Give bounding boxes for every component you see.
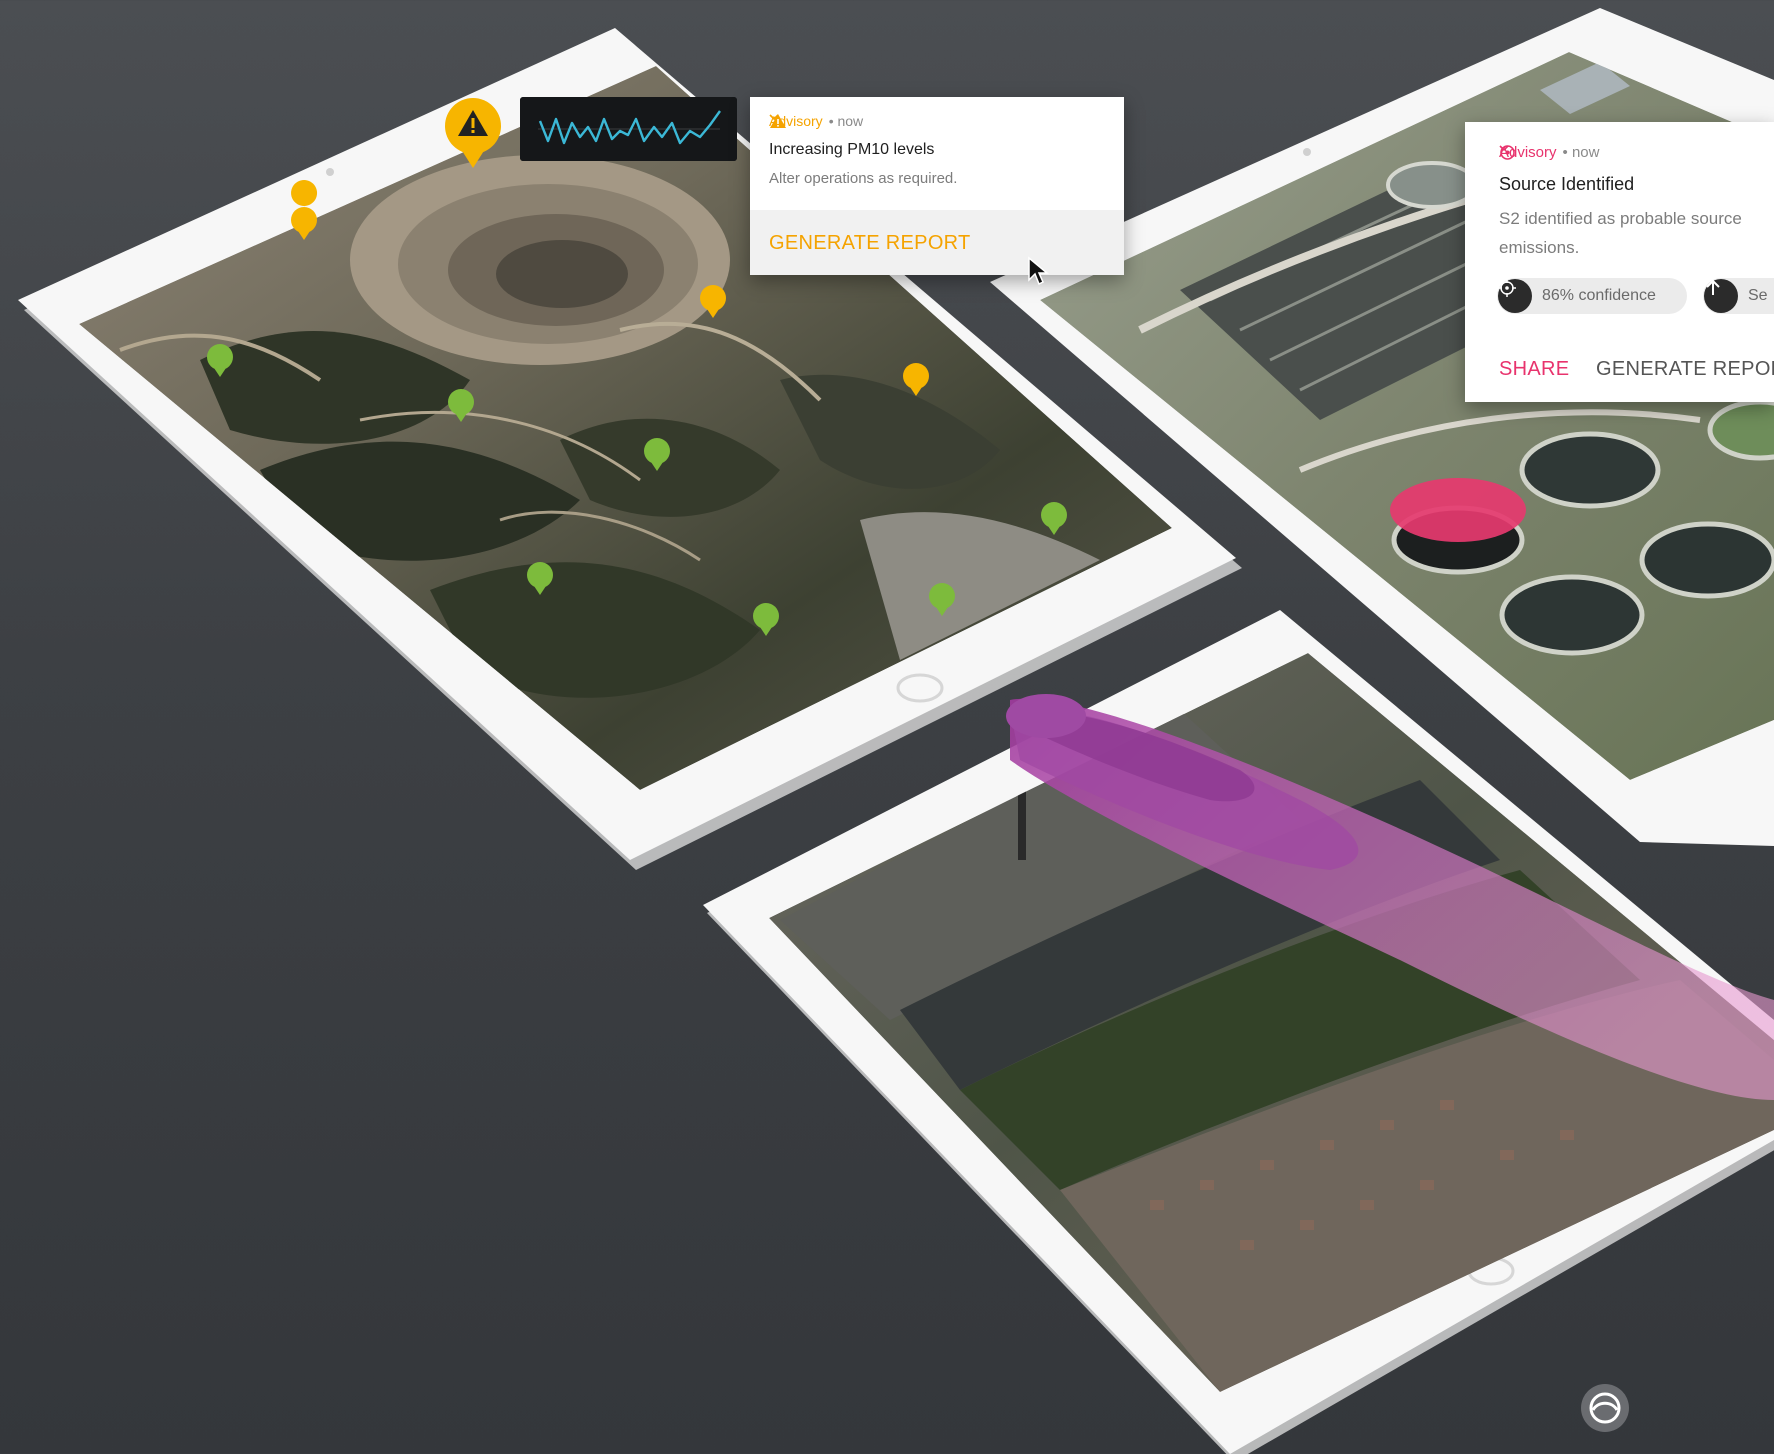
advisory-body: Alter operations as required. bbox=[769, 170, 958, 187]
arrow-up-icon bbox=[1704, 279, 1738, 313]
confidence-chip[interactable]: 86% confidence bbox=[1497, 278, 1687, 314]
pm10-trend-sparkline bbox=[520, 97, 737, 161]
generate-report-button[interactable]: GENERATE REPORT bbox=[769, 232, 971, 255]
mouse-cursor-icon bbox=[1028, 256, 1049, 286]
front-camera-icon bbox=[326, 168, 334, 176]
device-scene: Advisory • now Increasing PM10 levels Al… bbox=[0, 0, 1774, 1454]
chevron-down-icon[interactable] bbox=[769, 113, 779, 121]
send-chip[interactable]: Se bbox=[1703, 278, 1774, 314]
advisory-time: • now bbox=[1562, 144, 1600, 161]
advisory-title: Source Identified bbox=[1499, 174, 1635, 194]
advisory-title: Increasing PM10 levels bbox=[769, 141, 935, 158]
advisory-actions: GENERATE REPORT bbox=[750, 210, 1124, 275]
share-button[interactable]: SHARE bbox=[1499, 358, 1569, 381]
source-highlight[interactable] bbox=[1390, 478, 1526, 542]
advisory-header: Advisory • now bbox=[1499, 144, 1599, 161]
advisory-card-source[interactable]: Advisory • now Source Identified S2 iden… bbox=[1465, 122, 1774, 402]
chevron-down-icon[interactable] bbox=[1499, 144, 1509, 152]
crosshair-icon bbox=[1498, 279, 1532, 313]
front-camera-icon bbox=[1303, 148, 1311, 156]
brand-logo-icon bbox=[1581, 1384, 1629, 1432]
advisory-header: Advisory • now bbox=[769, 113, 863, 129]
send-chip-label: Se bbox=[1748, 287, 1768, 304]
alert-pin[interactable] bbox=[443, 96, 503, 172]
confidence-label: 86% confidence bbox=[1542, 287, 1656, 304]
advisory-body: S2 identified as probable source emissio… bbox=[1499, 209, 1742, 257]
advisory-time: • now bbox=[828, 113, 864, 129]
advisory-card-pm10[interactable]: Advisory • now Increasing PM10 levels Al… bbox=[750, 97, 1124, 275]
generate-report-button[interactable]: GENERATE REPOR bbox=[1596, 358, 1774, 381]
